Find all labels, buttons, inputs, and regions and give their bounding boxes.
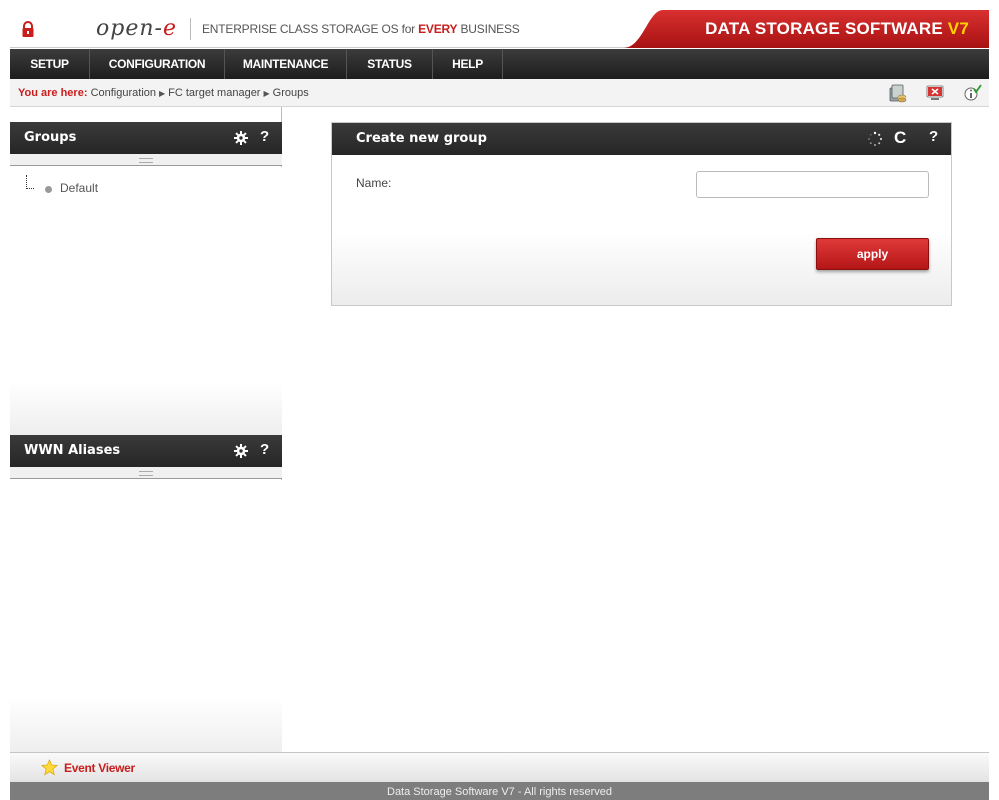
breadcrumb-label: You are here: bbox=[18, 87, 88, 99]
menu-status[interactable]: STATUS bbox=[347, 49, 433, 79]
breadcrumb-item[interactable]: Configuration bbox=[91, 87, 156, 99]
app-header: open-e ENTERPRISE CLASS STORAGE OS for E… bbox=[10, 10, 989, 48]
groups-panel-header: Groups ? bbox=[10, 122, 282, 154]
loading-spinner-icon bbox=[868, 131, 883, 146]
create-group-panel: Create new group C ? Name: apply bbox=[331, 122, 952, 306]
groups-panel-title: Groups bbox=[24, 130, 77, 145]
menu-maintenance[interactable]: MAINTENANCE bbox=[225, 49, 347, 79]
tree-item-label: Default bbox=[60, 181, 99, 195]
name-label: Name: bbox=[356, 176, 392, 190]
breadcrumb-item: Groups bbox=[272, 87, 309, 99]
wwn-panel-title: WWN Aliases bbox=[24, 443, 121, 458]
apply-button[interactable]: apply bbox=[816, 238, 929, 270]
footer: Data Storage Software V7 - All rights re… bbox=[10, 782, 989, 800]
wwn-panel-grip[interactable] bbox=[10, 467, 282, 479]
create-group-help-icon[interactable]: ? bbox=[929, 128, 938, 145]
wwn-aliases-list bbox=[10, 480, 282, 752]
groups-panel-grip[interactable] bbox=[10, 154, 282, 166]
menu-setup[interactable]: SETUP bbox=[10, 49, 90, 79]
breadcrumb-item[interactable]: FC target manager bbox=[168, 87, 260, 99]
wwn-help-icon[interactable]: ? bbox=[260, 441, 269, 458]
breadcrumb: You are here: Configuration ▶ FC target ma… bbox=[18, 87, 309, 99]
header-tagline: ENTERPRISE CLASS STORAGE OS for EVERY BU… bbox=[202, 22, 520, 36]
breadcrumb-arrow-icon: ▶ bbox=[159, 89, 166, 98]
groups-tree: Default bbox=[10, 167, 282, 435]
refresh-icon[interactable]: C bbox=[894, 128, 906, 148]
lock-icon bbox=[22, 21, 34, 37]
main-menu: SETUP CONFIGURATION MAINTENANCE STATUS H… bbox=[10, 49, 989, 79]
star-icon bbox=[41, 759, 58, 776]
database-icon[interactable] bbox=[888, 83, 908, 103]
breadcrumb-bar: You are here: Configuration ▶ FC target ma… bbox=[10, 79, 989, 107]
event-viewer-bar: Event Viewer bbox=[10, 752, 989, 782]
create-group-title: Create new group bbox=[356, 131, 487, 146]
brand-title: DATA STORAGE SOFTWARE V7 bbox=[705, 19, 969, 38]
brand-banner: DATA STORAGE SOFTWARE V7 bbox=[623, 10, 989, 48]
menu-help[interactable]: HELP bbox=[433, 49, 503, 79]
info-icon[interactable] bbox=[962, 83, 982, 103]
left-sidebar: Groups ? Default WWN Aliases ? bbox=[10, 107, 282, 752]
groups-help-icon[interactable]: ? bbox=[260, 128, 269, 145]
tree-node-icon bbox=[45, 186, 52, 193]
group-name-input[interactable] bbox=[696, 171, 929, 198]
gear-icon[interactable] bbox=[234, 131, 248, 145]
tree-connector bbox=[26, 175, 34, 189]
breadcrumb-arrow-icon: ▶ bbox=[263, 89, 270, 98]
header-separator bbox=[190, 18, 191, 40]
gear-icon[interactable] bbox=[234, 444, 248, 458]
create-group-header: Create new group C ? bbox=[332, 123, 951, 155]
event-viewer-link[interactable]: Event Viewer bbox=[64, 761, 135, 775]
menu-configuration[interactable]: CONFIGURATION bbox=[90, 49, 225, 79]
logout-icon[interactable] bbox=[925, 83, 945, 103]
open-e-logo: open-e bbox=[96, 16, 177, 41]
app-page: open-e ENTERPRISE CLASS STORAGE OS for E… bbox=[0, 0, 999, 800]
wwn-panel-header: WWN Aliases ? bbox=[10, 435, 282, 467]
